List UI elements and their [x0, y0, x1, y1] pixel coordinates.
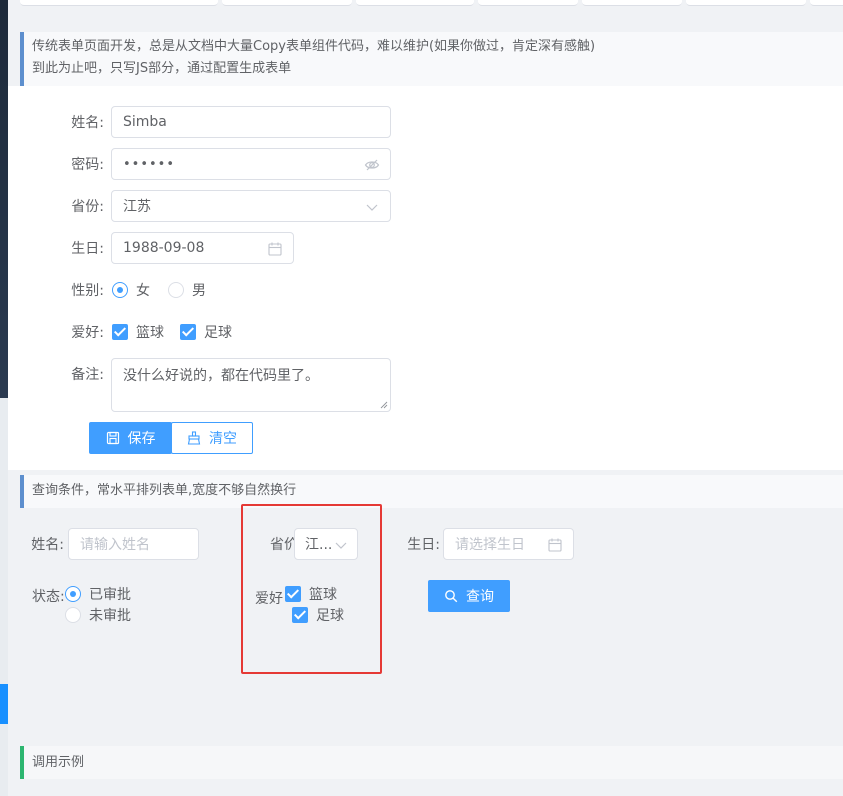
form-row-password: 密码:: [46, 148, 104, 180]
status-option-label: 已审批: [89, 587, 131, 603]
broom-icon: [187, 431, 201, 445]
tip-query-form: 查询条件，常水平排列表单,宽度不够自然换行: [20, 475, 843, 508]
save-button[interactable]: 保存: [89, 422, 172, 454]
hobby-label: 爱好:: [71, 325, 104, 341]
checkbox-checked-icon: [112, 324, 128, 340]
tip-text: 调用示例: [32, 755, 85, 770]
query-row-name: 姓名:: [12, 528, 64, 560]
tab-2[interactable]: [222, 0, 352, 6]
remark-textarea-value: 没什么好说的，都在代码里了。: [123, 368, 319, 384]
remark-label: 备注:: [71, 367, 104, 383]
province-select-value: 江苏: [123, 199, 151, 215]
clear-button[interactable]: 清空: [171, 422, 253, 454]
password-label: 密码:: [71, 157, 104, 173]
gender-option-label: 男: [192, 283, 206, 299]
tab-7[interactable]: [810, 0, 843, 6]
hobby-checkbox-basketball[interactable]: 篮球: [112, 322, 164, 342]
query-row-birthday: 生日:: [390, 528, 440, 560]
tip-usage-example: 调用示例: [20, 746, 843, 779]
chevron-down-icon: [366, 204, 378, 211]
status-radio-approved[interactable]: 已审批: [65, 584, 131, 604]
tip-text: 查询条件，常水平排列表单,宽度不够自然换行: [32, 483, 297, 498]
birthday-label: 生日:: [71, 241, 104, 257]
tab-5[interactable]: [582, 0, 682, 6]
status-radio-pending[interactable]: 未审批: [65, 605, 131, 625]
remark-textarea[interactable]: 没什么好说的，都在代码里了。: [111, 358, 391, 412]
save-button-label: 保存: [127, 431, 156, 447]
form-row-remark: 备注:: [46, 358, 104, 390]
birthday-picker[interactable]: 1988-09-08: [111, 232, 294, 264]
hobby-checkbox-football[interactable]: 足球: [180, 322, 232, 342]
tip-line-1: 传统表单页面开发，总是从文档中大量Copy表单组件代码，难以维护(如果你做过，肯…: [32, 39, 596, 54]
password-input[interactable]: ••••••: [111, 148, 391, 180]
radio-checked-icon: [112, 282, 128, 298]
search-button-label: 查询: [466, 589, 494, 605]
hobby-option-label: 篮球: [136, 325, 164, 341]
tip-config-form: 传统表单页面开发，总是从文档中大量Copy表单组件代码，难以维护(如果你做过，肯…: [20, 32, 843, 86]
name-input-value: Simba: [123, 114, 167, 130]
form-row-gender: 性别: 女 男: [46, 274, 224, 306]
query-name-placeholder: 请输入姓名: [80, 537, 150, 553]
radio-unchecked-icon: [168, 282, 184, 298]
radio-checked-icon: [65, 586, 81, 602]
query-status-label: 状态:: [32, 589, 65, 605]
tip-line-2: 到此为止吧，只写JS部分，通过配置生成表单: [32, 61, 292, 76]
gender-radio-male[interactable]: 男: [168, 280, 206, 300]
query-birthday-placeholder: 请选择生日: [455, 537, 525, 553]
radio-unchecked-icon: [65, 607, 81, 623]
tab-3[interactable]: [356, 0, 474, 6]
query-birthday-picker[interactable]: 请选择生日: [443, 528, 574, 560]
gender-option-label: 女: [136, 283, 150, 299]
calendar-icon: [548, 538, 562, 552]
sidebar-edge: [0, 0, 8, 796]
tab-6[interactable]: [686, 0, 806, 6]
password-input-value: ••••••: [123, 156, 176, 172]
calendar-icon: [268, 242, 282, 256]
search-icon: [445, 590, 458, 603]
query-name-input[interactable]: 请输入姓名: [68, 528, 199, 560]
top-tab-strip: [8, 0, 843, 6]
form-row-hobby: 爱好: 篮球 足球: [46, 316, 248, 348]
hobby-option-label: 足球: [204, 325, 232, 341]
search-button[interactable]: 查询: [428, 580, 510, 612]
resize-handle-icon[interactable]: [380, 401, 388, 409]
province-label: 省份:: [71, 199, 104, 215]
tab-4[interactable]: [478, 0, 578, 6]
clear-button-label: 清空: [209, 431, 237, 447]
save-icon: [106, 431, 119, 445]
eye-off-icon[interactable]: [364, 157, 380, 173]
province-select[interactable]: 江苏: [111, 190, 391, 222]
form-row-name: 姓名:: [46, 106, 104, 138]
query-name-label: 姓名:: [31, 537, 64, 553]
query-birthday-label: 生日:: [407, 537, 440, 553]
sidebar-active-marker: [0, 684, 8, 724]
gender-label: 性别:: [71, 283, 104, 299]
name-label: 姓名:: [71, 115, 104, 131]
status-option-label: 未审批: [89, 608, 131, 624]
tab-1[interactable]: [20, 0, 218, 6]
checkbox-checked-icon: [180, 324, 196, 340]
form-row-province: 省份:: [46, 190, 104, 222]
highlight-box: [241, 504, 382, 674]
gender-radio-female[interactable]: 女: [112, 280, 150, 300]
birthday-picker-value: 1988-09-08: [123, 240, 205, 256]
name-input[interactable]: Simba: [111, 106, 391, 138]
form-row-birthday: 生日:: [46, 232, 104, 264]
